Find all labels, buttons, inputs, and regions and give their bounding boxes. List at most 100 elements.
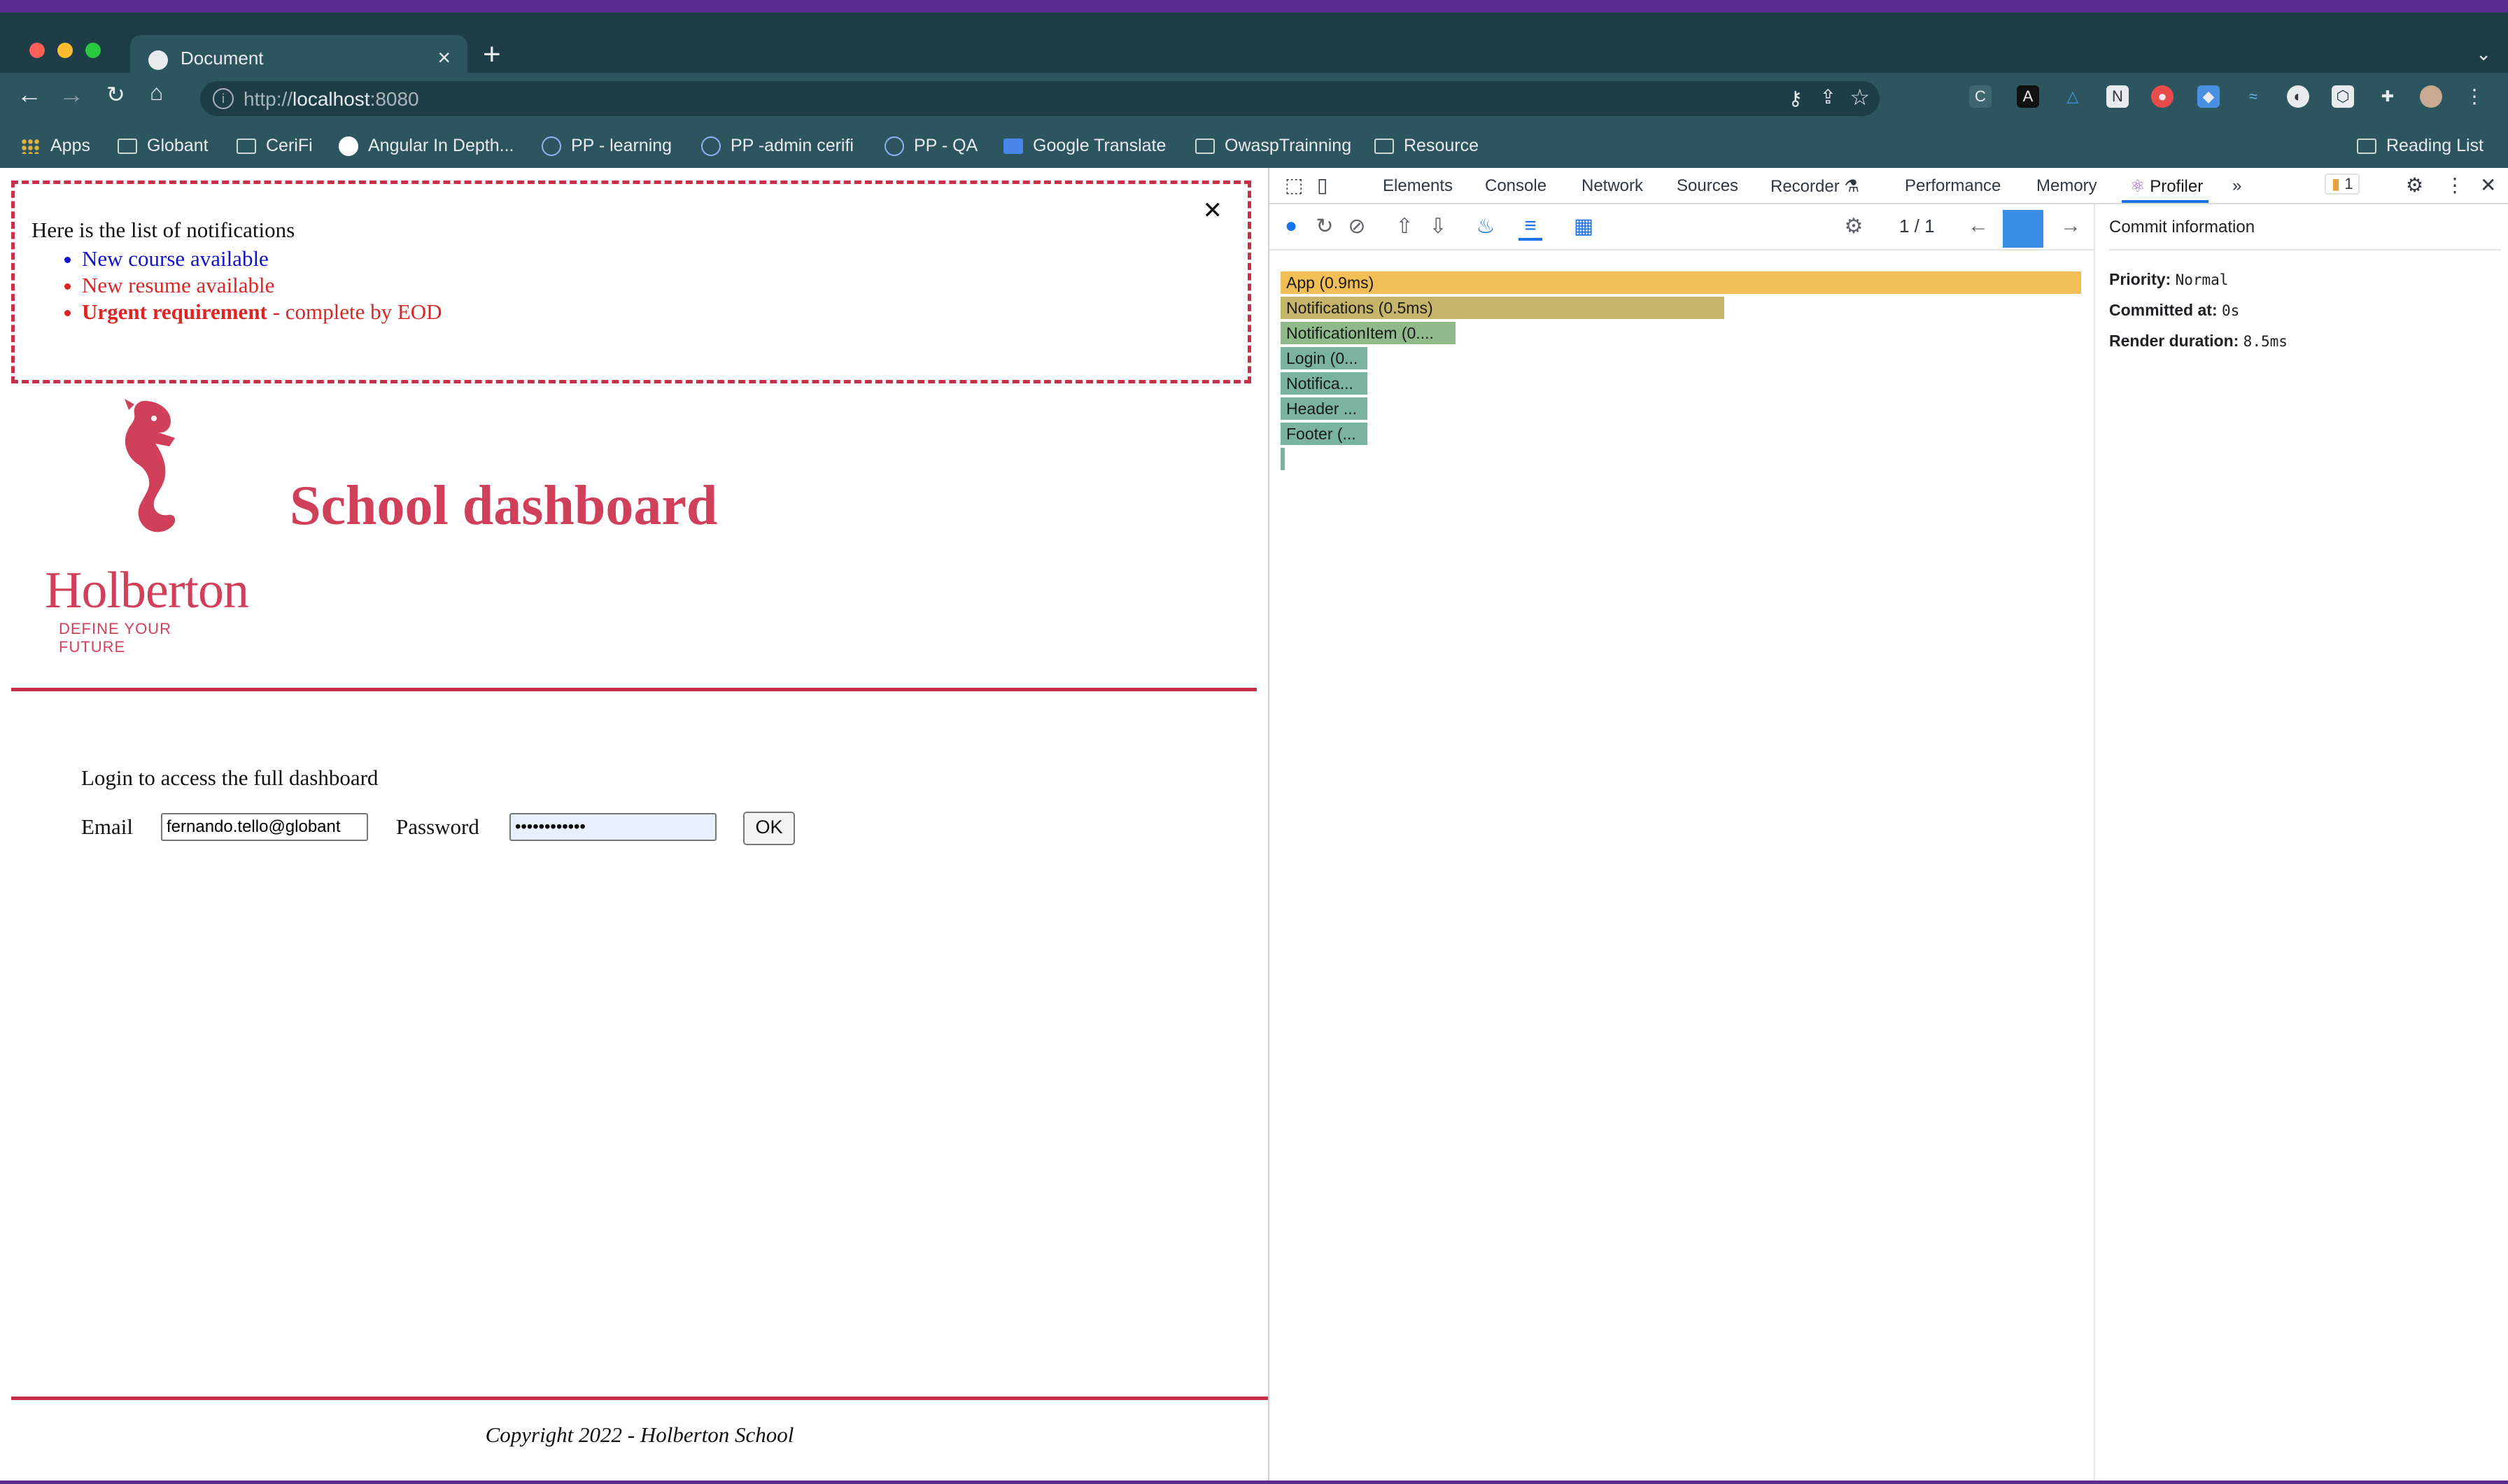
folder-icon: [1195, 139, 1215, 155]
close-tab-icon[interactable]: ×: [437, 45, 451, 71]
issues-badge[interactable]: ▮ 1: [2325, 174, 2360, 195]
flame-bar[interactable]: Header ...: [1281, 397, 1367, 420]
notification-item[interactable]: New course available: [82, 246, 442, 272]
tab-elements[interactable]: Elements: [1383, 176, 1453, 196]
address-bar[interactable]: i http://localhost:8080 ⚷ ⇪ ☆: [200, 81, 1880, 116]
extension-red-icon[interactable]: ●: [2151, 85, 2174, 108]
active-tab-indicator: [2122, 200, 2208, 203]
folder-icon: [118, 139, 137, 155]
medium-icon: [339, 136, 358, 157]
tab-network[interactable]: Network: [1581, 176, 1643, 196]
settings-gear-icon[interactable]: ⚙: [2406, 174, 2423, 197]
clear-icon[interactable]: ⊘: [1345, 214, 1369, 239]
close-devtools-icon[interactable]: ✕: [2480, 174, 2496, 197]
extension-cl-icon[interactable]: C: [1969, 85, 1992, 108]
record-icon[interactable]: ●: [1279, 214, 1303, 238]
notifications-panel: ✕ Here is the list of notifications New …: [11, 181, 1251, 383]
previous-commit-arrow-icon[interactable]: ←: [1966, 214, 1990, 238]
bookmark-google-translate[interactable]: Google Translate: [1003, 132, 1166, 160]
download-icon[interactable]: ⇩: [1426, 214, 1450, 239]
ok-button[interactable]: OK: [743, 812, 795, 845]
app-header: Holberton DEFINE YOUR FUTURE School dash…: [11, 397, 1257, 691]
kebab-menu-icon[interactable]: ⋮: [2445, 174, 2465, 197]
logo-wordmark: Holberton: [45, 562, 249, 619]
bookmark-apps[interactable]: Apps: [21, 132, 90, 160]
new-tab-button[interactable]: +: [483, 39, 501, 70]
key-icon[interactable]: ⚷: [1788, 87, 1803, 110]
ranked-chart-icon[interactable]: ≡: [1519, 214, 1542, 241]
bookmark-globant[interactable]: Globant: [118, 132, 209, 160]
more-tabs-chevron-icon[interactable]: »: [2232, 176, 2241, 196]
email-field[interactable]: [161, 813, 368, 841]
flame-bar-tiny[interactable]: [1281, 448, 1285, 470]
login-prompt: Login to access the full dashboard: [81, 765, 379, 790]
bookmark-pp-qa[interactable]: PP - QA: [885, 132, 978, 160]
flame-bar[interactable]: Notifications (0.5ms): [1281, 297, 1724, 319]
kebab-menu-icon[interactable]: ⋮: [2463, 85, 2486, 108]
triangle-extension-icon[interactable]: △: [2062, 85, 2084, 108]
password-field[interactable]: [509, 813, 717, 841]
tab-strip: Document × + ⌄: [0, 13, 2508, 85]
reading-list-button[interactable]: Reading List: [2357, 132, 2484, 160]
flame-bar[interactable]: Notifica...: [1281, 372, 1367, 395]
flame-bar[interactable]: Login (0...: [1281, 347, 1367, 369]
tab-sources[interactable]: Sources: [1677, 176, 1738, 196]
extension-note-icon[interactable]: N: [2106, 85, 2129, 108]
upload-icon[interactable]: ⇧: [1393, 214, 1416, 239]
reload-profile-icon[interactable]: ↻: [1313, 214, 1337, 239]
notification-item[interactable]: New resume available: [82, 272, 442, 299]
site-info-icon[interactable]: i: [213, 88, 234, 109]
timeline-calendar-icon[interactable]: ▦: [1572, 214, 1595, 239]
browser-window: Document × + ⌄ ← → ↻ ⌂ i http://localhos…: [0, 0, 2508, 1481]
tab-search-chevron-icon[interactable]: ⌄: [2476, 43, 2491, 65]
tab-recorder[interactable]: Recorder ⚗: [1770, 176, 1859, 197]
notifications-title: Here is the list of notifications: [31, 218, 295, 242]
inspect-element-icon[interactable]: ⬚: [1285, 174, 1303, 197]
commit-info-heading: Commit information: [2109, 204, 2501, 250]
bookmark-resource[interactable]: Resource: [1374, 132, 1479, 160]
commit-bar[interactable]: [2003, 210, 2043, 248]
forward-arrow-icon[interactable]: →: [59, 80, 84, 109]
flame-bar[interactable]: NotificationItem (0....: [1281, 322, 1456, 344]
next-commit-arrow-icon[interactable]: →: [2059, 214, 2083, 238]
share-icon[interactable]: ⇪: [1820, 85, 1836, 108]
extension-wave-icon[interactable]: ≈: [2242, 85, 2264, 108]
notification-item[interactable]: Urgent requirement - complete by EOD: [82, 299, 442, 325]
bookmark-pp-learning[interactable]: PP - learning: [542, 132, 672, 160]
back-arrow-icon[interactable]: ←: [17, 80, 42, 109]
minimize-window-button[interactable]: [57, 43, 73, 58]
extension-blue-icon[interactable]: ◆: [2197, 85, 2220, 108]
close-notifications-button[interactable]: ✕: [1203, 197, 1223, 225]
notifications-list: New course available New resume availabl…: [57, 246, 442, 325]
folder-icon: [1374, 139, 1394, 155]
bookmark-star-icon[interactable]: ☆: [1850, 84, 1870, 111]
profiler-settings-gear-icon[interactable]: ⚙: [1842, 214, 1866, 239]
holberton-logo: Holberton DEFINE YOUR FUTURE: [45, 397, 249, 656]
zoom-window-button[interactable]: [85, 43, 101, 58]
bookmark-cerifi[interactable]: CeriFi: [237, 132, 313, 160]
extension-circle-icon[interactable]: ◐: [2287, 85, 2309, 108]
priority-row: Priority: Normal: [2109, 270, 2229, 288]
puzzle-extensions-icon[interactable]: ✚: [2376, 85, 2399, 108]
bookmark-angular-in-depth[interactable]: Angular In Depth...: [339, 132, 514, 160]
close-window-button[interactable]: [29, 43, 45, 58]
tab-console[interactable]: Console: [1485, 176, 1547, 196]
bookmark-pp-admin-cerifi[interactable]: PP -admin cerifi: [701, 132, 854, 160]
url-text[interactable]: http://localhost:8080: [244, 88, 419, 111]
flame-chart-icon[interactable]: ♨: [1474, 214, 1498, 239]
flame-bar[interactable]: Footer (...: [1281, 423, 1367, 445]
tab-profiler[interactable]: ⚛ Profiler: [2130, 176, 2203, 197]
flame-bar[interactable]: App (0.9ms): [1281, 271, 2081, 294]
device-toolbar-icon[interactable]: ▯: [1317, 174, 1327, 197]
footer-copyright: Copyright 2022 - Holberton School: [485, 1422, 794, 1447]
tab-performance[interactable]: Performance: [1905, 176, 2001, 196]
angular-extension-icon[interactable]: A: [2017, 85, 2039, 108]
profiler-toolbar: ● ↻ ⊘ ⇧ ⇩ ♨ ≡ ▦ ⚙ 1 / 1 ← →: [1269, 204, 2094, 250]
home-icon[interactable]: ⌂: [150, 80, 163, 106]
tab-memory[interactable]: Memory: [2036, 176, 2097, 196]
folder-icon: [237, 139, 256, 155]
extension-hex-icon[interactable]: ⬡: [2332, 85, 2354, 108]
reload-icon[interactable]: ↻: [106, 81, 125, 108]
bookmark-owasp-training[interactable]: OwaspTrainning: [1195, 132, 1351, 160]
profile-avatar[interactable]: [2420, 85, 2442, 108]
